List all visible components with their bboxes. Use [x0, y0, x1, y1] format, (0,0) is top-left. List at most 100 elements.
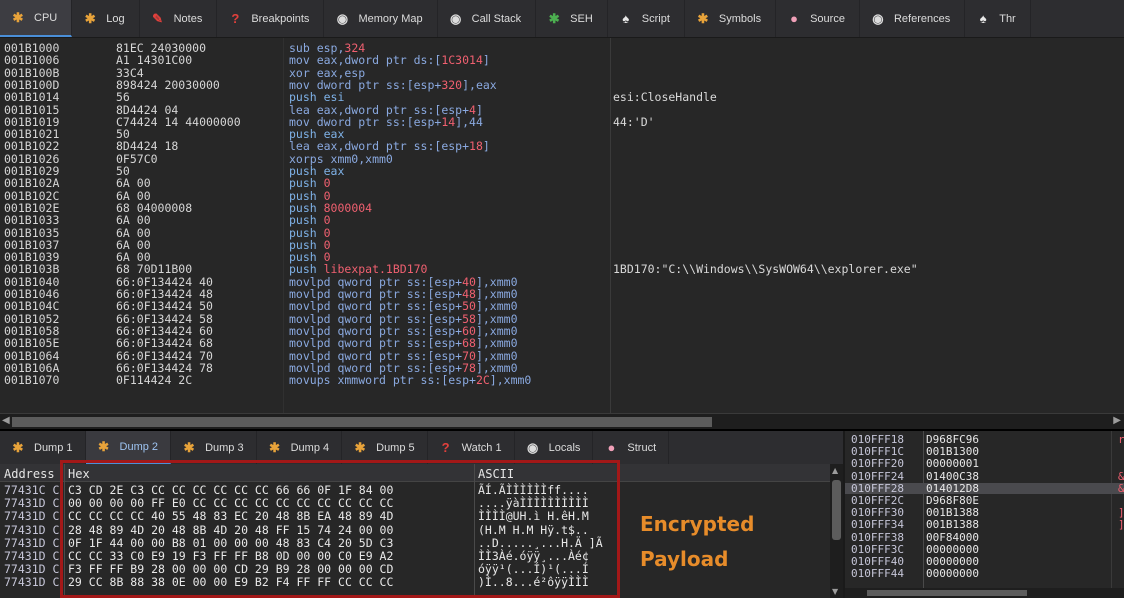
disasm-row[interactable]: 001B1000 81EC 24030000 sub esp,324: [0, 42, 1124, 54]
disasm-row[interactable]: 001B1037 6A 00 push 0: [0, 239, 1124, 251]
disasm-row[interactable]: 001B1039 6A 00 push 0: [0, 251, 1124, 263]
instruction-address: 001B1040: [4, 274, 60, 289]
disasm-row[interactable]: 001B1015 8D4424 04 lea eax,dword ptr ss:[e…: [0, 104, 1124, 116]
stack-row[interactable]: 010FFF3C 00000000: [845, 544, 1124, 555]
stack-view[interactable]: 010FFF18 D968FC96 r 010FFF1C 001B1300 010FFF2…: [843, 431, 1124, 598]
instruction-bytes: 8D4424 18: [116, 139, 179, 154]
disasm-row[interactable]: 001B1033 6A 00 push 0: [0, 214, 1124, 226]
stack-row[interactable]: 010FFF28 014012D8 &: [845, 482, 1124, 494]
stack-row[interactable]: 010FFF1C 001B1300: [845, 446, 1124, 457]
disasm-row[interactable]: 001B100B 33C4 xor eax,esp: [0, 67, 1124, 79]
instruction-address: 001B100B: [4, 65, 60, 80]
tab-notes[interactable]: ✎ Notes: [140, 0, 218, 37]
disasm-row[interactable]: 001B1019 C74424 14 44000000 mov dword ptr …: [0, 116, 1124, 128]
disasm-row[interactable]: 001B106A 66:0F134424 78 movlpd qword ptr s…: [0, 362, 1124, 374]
disasm-row[interactable]: 001B1029 50 push eax: [0, 165, 1124, 177]
dump-vertical-scrollbar[interactable]: ▲ ▼: [830, 464, 843, 598]
stack-horizontal-scrollbar[interactable]: [845, 588, 1124, 598]
stack-value: 00F84000: [926, 530, 979, 544]
disasm-row[interactable]: 001B104C 66:0F134424 50 movlpd qword ptr s…: [0, 300, 1124, 312]
stack-row[interactable]: 010FFF30 001B1388]: [845, 507, 1124, 518]
dump1-icon: ✱: [12, 439, 24, 455]
instruction-operand-value: 14: [441, 114, 456, 129]
instruction-address: 001B102A: [4, 176, 60, 191]
dump2-icon: ✱: [98, 438, 109, 454]
disassembly-view[interactable]: 001B1000 81EC 24030000 sub esp,324 001B1006…: [0, 38, 1124, 413]
stack-row[interactable]: 010FFF44 00000000: [845, 568, 1124, 579]
struct-icon: ●: [607, 440, 616, 455]
tab-thr[interactable]: ♠ Thr: [965, 0, 1031, 37]
tab-script[interactable]: ♠ Script: [608, 0, 685, 37]
instruction-address: 001B1015: [4, 102, 60, 117]
disasm-row[interactable]: 001B1052 66:0F134424 58 movlpd qword ptr s…: [0, 313, 1124, 325]
instruction-text: push 0: [289, 190, 331, 202]
scroll-down-icon[interactable]: ▼: [832, 587, 838, 596]
disasm-row[interactable]: 001B102A 6A 00 push 0: [0, 177, 1124, 189]
disasm-row[interactable]: 001B102C 6A 00 push 0: [0, 190, 1124, 202]
instruction-address: 001B1014: [4, 90, 60, 105]
disasm-row[interactable]: 001B103B 68 70D11B00 push libexpat.1BD170 1…: [0, 263, 1124, 275]
disasm-row[interactable]: 001B1040 66:0F134424 40 movlpd qword ptr s…: [0, 276, 1124, 288]
instruction-text: push 0: [289, 227, 331, 239]
stack-address: 010FFF1C: [851, 445, 904, 459]
tab-label: Struct: [627, 441, 657, 454]
instruction-bytes: 68 70D11B00: [116, 262, 193, 277]
disasm-row[interactable]: 001B1058 66:0F134424 60 movlpd qword ptr s…: [0, 325, 1124, 337]
disasm-row[interactable]: 001B1022 8D4424 18 lea eax,dword ptr ss:[e…: [0, 140, 1124, 152]
tab-breakpoints[interactable]: ? Breakpoints: [217, 0, 325, 37]
instruction-address: 001B1035: [4, 225, 60, 240]
tab-memory-map[interactable]: ◉ Memory Map: [324, 0, 438, 37]
scrollbar-thumb[interactable]: [832, 480, 841, 540]
threads-icon: ♠: [979, 11, 987, 26]
tab-call-stack[interactable]: ◉ Call Stack: [438, 0, 537, 37]
disasm-row[interactable]: 001B1006 A1 14301C00 mov eax,dword ptr ds:…: [0, 54, 1124, 66]
instruction-address: 001B105E: [4, 336, 60, 351]
scrollbar-thumb[interactable]: [867, 590, 1027, 596]
tab-seh[interactable]: ✱ SEH: [536, 0, 608, 37]
disasm-row[interactable]: 001B1026 0F57C0 xorps xmm0,xmm0: [0, 153, 1124, 165]
stack-address: 010FFF20: [851, 457, 904, 471]
instruction-bytes: 66:0F134424 78: [116, 360, 213, 375]
disassembly-horizontal-scrollbar[interactable]: ◀ ▶: [0, 413, 1124, 429]
instruction-bytes: 898424 20030000: [116, 77, 220, 92]
disasm-row[interactable]: 001B1070 0F114424 2C movups xmmword ptr ss…: [0, 374, 1124, 386]
tab-cpu[interactable]: ✱ CPU: [0, 0, 73, 37]
stack-address: 010FFF44: [851, 567, 904, 581]
disasm-row[interactable]: 001B100D 898424 20030000 mov dword ptr ss:…: [0, 79, 1124, 91]
disasm-row[interactable]: 001B105E 66:0F134424 68 movlpd qword ptr s…: [0, 337, 1124, 349]
instruction-text: push 0: [289, 177, 331, 189]
instruction-address: 001B104C: [4, 299, 60, 314]
stack-row[interactable]: 010FFF34 001B1388]: [845, 519, 1124, 530]
disasm-row[interactable]: 001B1046 66:0F134424 48 movlpd qword ptr s…: [0, 288, 1124, 300]
scroll-left-icon[interactable]: ◀: [2, 415, 10, 426]
tab-source[interactable]: ● Source: [776, 0, 860, 37]
stack-row[interactable]: 010FFF2C D968F80E: [845, 495, 1124, 506]
scroll-up-icon[interactable]: ▲: [832, 466, 838, 475]
stack-row[interactable]: 010FFF20 00000001: [845, 458, 1124, 469]
instruction-address: 001B1052: [4, 311, 60, 326]
stack-value: 001B1388: [926, 518, 979, 532]
instruction-address: 001B100D: [4, 77, 60, 92]
stack-value: 00000000: [926, 542, 979, 556]
instruction-operand-value: 18: [469, 139, 483, 154]
stack-row[interactable]: 010FFF24 01400C38 &: [845, 471, 1124, 482]
stack-row[interactable]: 010FFF18 D968FC96 r: [845, 434, 1124, 445]
stack-row[interactable]: 010FFF40 00000000: [845, 556, 1124, 567]
tab-label: Symbols: [718, 12, 762, 25]
disasm-row[interactable]: 001B1064 66:0F134424 70 movlpd qword ptr s…: [0, 350, 1124, 362]
disasm-row[interactable]: 001B1014 56 push esi esi:CloseHandle: [0, 91, 1124, 103]
tab-label: Thr: [999, 12, 1016, 25]
disasm-row[interactable]: 001B102E 68 04000008 push 8000004: [0, 202, 1124, 214]
scroll-right-icon[interactable]: ▶: [1113, 415, 1121, 426]
scrollbar-thumb[interactable]: [12, 417, 712, 427]
tab-symbols[interactable]: ✱ Symbols: [685, 0, 777, 37]
disasm-row[interactable]: 001B1021 50 push eax: [0, 128, 1124, 140]
address-column-header[interactable]: Address: [4, 467, 55, 481]
instruction-bytes: 6A 00: [116, 188, 151, 203]
tab-references[interactable]: ◉ References: [860, 0, 966, 37]
tab-log[interactable]: ✱ Log: [72, 0, 140, 37]
stack-row[interactable]: 010FFF38 00F84000: [845, 532, 1124, 543]
instruction-text: mov dword ptr ss:[esp+320],eax: [289, 79, 497, 91]
instruction-text: movups xmmword ptr ss:[esp+2C],xmm0: [289, 374, 531, 386]
disasm-row[interactable]: 001B1035 6A 00 push 0: [0, 227, 1124, 239]
